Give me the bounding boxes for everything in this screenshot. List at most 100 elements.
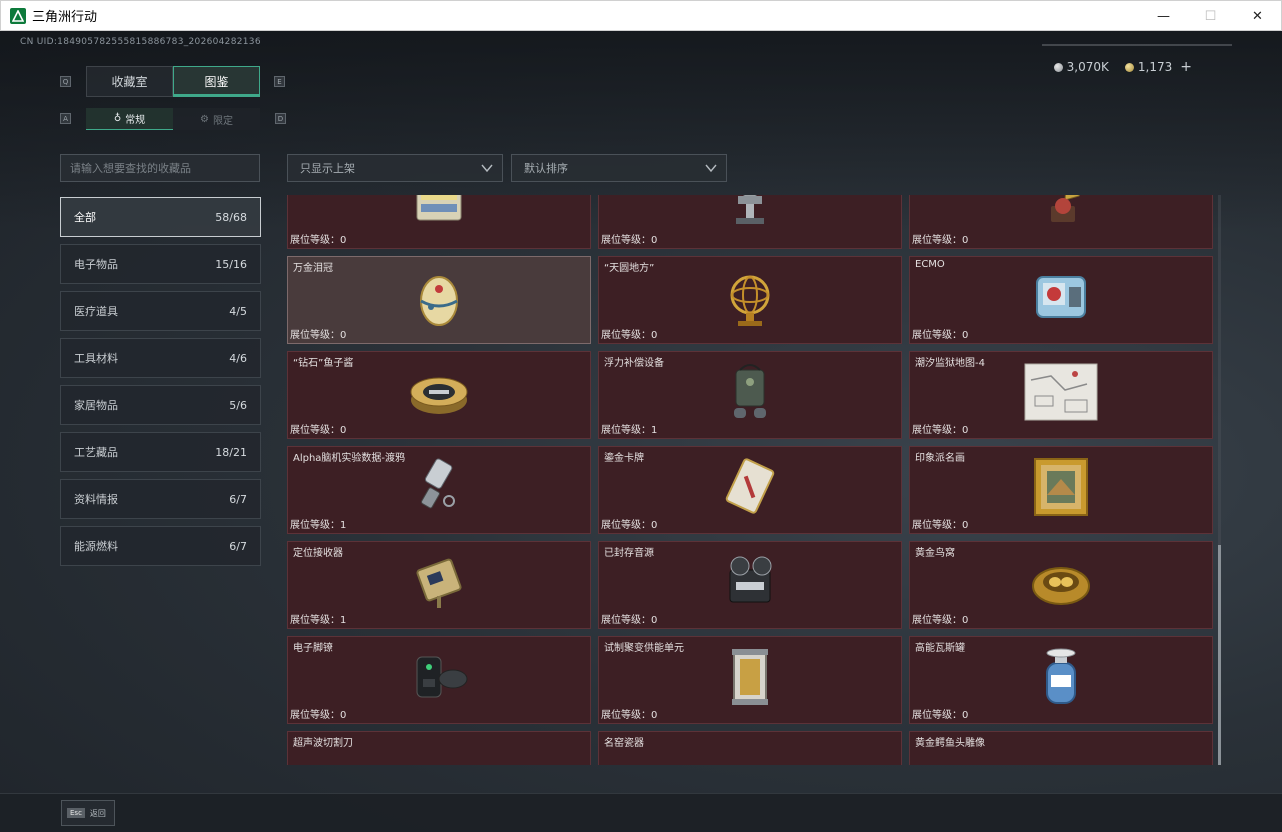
collection-item-card[interactable]: 试制聚变供能单元 展位等级：0 <box>598 636 902 724</box>
shelf-filter-label: 只显示上架 <box>300 162 355 175</box>
level-prefix: 展位等级： <box>290 710 340 721</box>
tab-catalog[interactable]: 图鉴 <box>173 66 260 97</box>
category-sidebar: 全部 58/68 电子物品 15/16 医疗道具 4/5 工具材料 4/6 家居… <box>60 197 261 573</box>
map-icon <box>1021 360 1101 430</box>
add-currency-button[interactable]: + <box>1180 59 1192 75</box>
grid-scrollbar[interactable] <box>1218 195 1221 765</box>
scrollbar-thumb[interactable] <box>1218 545 1221 765</box>
collection-item-card[interactable]: Alpha脑机实验数据-渡鸦 展位等级：1 <box>287 446 591 534</box>
golden-nest-icon <box>1021 550 1101 620</box>
item-name: ECMO <box>915 259 945 270</box>
level-value: 0 <box>651 520 658 531</box>
item-name: 高能瓦斯罐 <box>915 643 965 654</box>
battery-pack-icon <box>399 195 479 240</box>
gramophone-icon <box>1021 195 1101 240</box>
category-household[interactable]: 家居物品 5/6 <box>60 385 261 425</box>
collection-item-card[interactable]: 展位等级：0 <box>598 195 902 249</box>
collection-item-card[interactable]: 超声波切割刀 <box>287 731 591 765</box>
jeweled-egg-icon <box>399 265 479 335</box>
collection-item-card[interactable]: 潮汐监狱地图-4 展位等级：0 <box>909 351 1213 439</box>
level-prefix: 展位等级： <box>601 615 651 626</box>
level-value: 0 <box>340 710 347 721</box>
level-prefix: 展位等级： <box>601 710 651 721</box>
level-prefix: 展位等级： <box>601 425 651 436</box>
level-value: 0 <box>962 235 969 246</box>
item-name: 潮汐监狱地图-4 <box>915 358 985 369</box>
key-hint-e: E <box>274 76 285 87</box>
category-count: 4/6 <box>229 351 247 365</box>
item-name: Alpha脑机实验数据-渡鸦 <box>293 453 406 464</box>
subtab-limited[interactable]: ⚙ 限定 <box>173 108 260 130</box>
collection-item-card[interactable]: 印象派名画 展位等级：0 <box>909 446 1213 534</box>
collection-item-card[interactable]: 万金泪冠 展位等级：0 <box>287 256 591 344</box>
category-tools[interactable]: 工具材料 4/6 <box>60 338 261 378</box>
item-display-level: 展位等级：0 <box>290 706 346 721</box>
category-label: 能源燃料 <box>74 540 118 553</box>
back-label: 返回 <box>89 808 106 818</box>
item-display-level: 展位等级：0 <box>912 611 968 626</box>
porcelain-icon <box>710 740 790 765</box>
collection-item-card[interactable]: 展位等级：0 <box>909 195 1213 249</box>
uid-label: CN UID:184905782555815886783_20260428213… <box>20 37 261 47</box>
close-button[interactable]: ✕ <box>1234 1 1281 31</box>
window-titlebar: 三角洲行动 — ☐ ✕ <box>0 0 1282 31</box>
collection-item-card[interactable]: 浮力补偿设备 展位等级：1 <box>598 351 902 439</box>
level-prefix: 展位等级： <box>912 520 962 531</box>
electronic-shackle-icon <box>399 645 479 715</box>
collection-item-card[interactable]: 黄金鳄鱼头雕像 <box>909 731 1213 765</box>
reel-recorder-icon <box>710 550 790 620</box>
collection-item-card[interactable]: ECMO 展位等级：0 <box>909 256 1213 344</box>
category-label: 医疗道具 <box>74 305 118 318</box>
item-name: 印象派名画 <box>915 453 965 464</box>
collection-item-card[interactable]: 高能瓦斯罐 展位等级：0 <box>909 636 1213 724</box>
gas-canister-icon <box>1021 645 1101 715</box>
collection-item-card[interactable]: 黄金鸟窝 展位等级：0 <box>909 541 1213 629</box>
category-count: 4/5 <box>229 304 247 318</box>
level-prefix: 展位等级： <box>290 425 340 436</box>
category-electronics[interactable]: 电子物品 15/16 <box>60 244 261 284</box>
sort-dropdown[interactable]: 默认排序 <box>511 154 727 182</box>
level-value: 0 <box>651 330 658 341</box>
level-value: 1 <box>340 615 347 626</box>
ecmo-machine-icon <box>1021 265 1101 335</box>
item-display-level: 展位等级：0 <box>601 326 657 341</box>
esc-key-icon: Esc <box>67 808 85 818</box>
category-crafts[interactable]: 工艺藏品 18/21 <box>60 432 261 472</box>
item-display-level: 展位等级：0 <box>912 231 968 246</box>
item-name: 电子脚镣 <box>293 643 333 654</box>
subtab-regular[interactable]: ♁ 常规 <box>86 108 173 130</box>
level-value: 0 <box>651 235 658 246</box>
data-drive-icon <box>399 455 479 525</box>
category-intel[interactable]: 资料情报 6/7 <box>60 479 261 519</box>
level-prefix: 展位等级： <box>912 615 962 626</box>
category-label: 全部 <box>74 211 96 224</box>
chevron-down-icon <box>705 164 717 173</box>
level-value: 0 <box>962 425 969 436</box>
back-button[interactable]: Esc 返回 <box>61 800 115 826</box>
sub-tabs: ♁ 常规 ⚙ 限定 <box>86 108 260 130</box>
level-value: 0 <box>651 710 658 721</box>
tab-collection-room[interactable]: 收藏室 <box>86 66 173 97</box>
collection-item-card[interactable]: 展位等级：0 <box>287 195 591 249</box>
collection-item-card[interactable]: 名窑瓷器 <box>598 731 902 765</box>
silver-coin-icon <box>1053 62 1063 72</box>
level-prefix: 展位等级： <box>912 330 962 341</box>
collection-item-card[interactable]: “天圆地方” 展位等级：0 <box>598 256 902 344</box>
search-input[interactable] <box>60 154 260 182</box>
category-energy[interactable]: 能源燃料 6/7 <box>60 526 261 566</box>
minimize-button[interactable]: — <box>1140 1 1187 31</box>
collection-item-card[interactable]: 已封存音源 展位等级：0 <box>598 541 902 629</box>
category-label: 工艺藏品 <box>74 446 118 459</box>
category-all[interactable]: 全部 58/68 <box>60 197 261 237</box>
collection-item-card[interactable]: “钻石”鱼子酱 展位等级：0 <box>287 351 591 439</box>
collection-item-card[interactable]: 电子脚镣展位等级：0 <box>287 636 591 724</box>
category-medical[interactable]: 医疗道具 4/5 <box>60 291 261 331</box>
limited-icon: ⚙ <box>200 113 209 125</box>
collection-item-card[interactable]: 定位接收器 展位等级：1 <box>287 541 591 629</box>
item-name: 黄金鳄鱼头雕像 <box>915 738 985 749</box>
shelf-filter-dropdown[interactable]: 只显示上架 <box>287 154 503 182</box>
maximize-button[interactable]: ☐ <box>1187 1 1234 31</box>
collection-item-card[interactable]: 鎏金卡牌 展位等级：0 <box>598 446 902 534</box>
key-hint-d: D <box>275 113 286 124</box>
gold-coin-icon <box>1124 62 1134 72</box>
